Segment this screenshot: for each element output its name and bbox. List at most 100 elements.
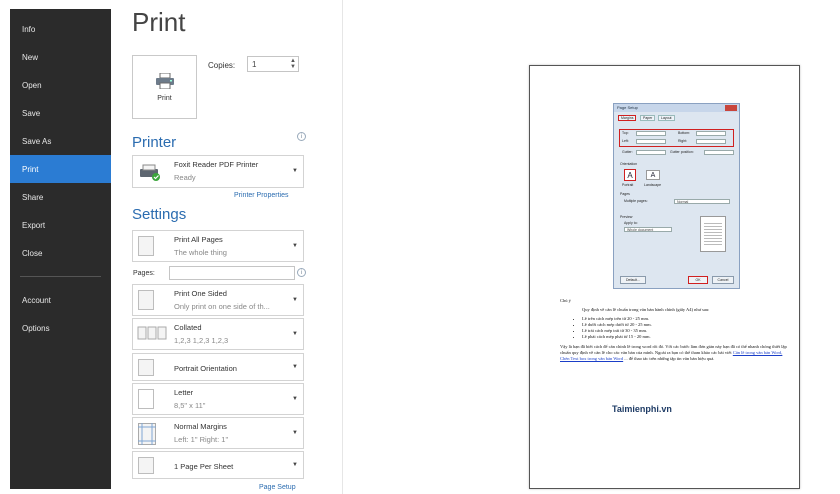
dialog-cancel-button: Cancel xyxy=(712,276,734,284)
chevron-down-icon: ▼ xyxy=(292,364,298,370)
dialog-label-gutter: Gutter: xyxy=(622,150,633,154)
pages-label: Pages: xyxy=(133,270,155,277)
nav-item-new[interactable]: New xyxy=(10,43,111,71)
dialog-label-gutter-position: Gutter position: xyxy=(670,150,694,154)
paper-size-subtitle: 8,5" x 11" xyxy=(174,401,206,410)
dialog-multiple-pages-label: Multiple pages: xyxy=(624,199,648,203)
dialog-title: Page Setup xyxy=(614,104,739,112)
nav-item-share[interactable]: Share xyxy=(10,183,111,211)
paper-size-title: Letter xyxy=(174,388,194,397)
dialog-multiple-pages-select: Normal xyxy=(674,199,730,204)
sides-subtitle: Only print on one side of th... xyxy=(174,302,270,311)
dialog-default-button: Default... xyxy=(620,276,646,284)
pages-per-sheet-title: 1 Page Per Sheet xyxy=(174,462,234,471)
dialog-tab-paper: Paper xyxy=(640,115,656,121)
chevron-down-icon: ▼ xyxy=(292,243,298,249)
page-setup-link[interactable]: Page Setup xyxy=(259,484,296,491)
dialog-tab-margins: Margins xyxy=(618,115,637,121)
portrait-a-icon: A xyxy=(624,169,636,181)
dialog-page-preview xyxy=(700,216,726,252)
print-button[interactable]: Print xyxy=(132,55,197,119)
dialog-label-top: Top: xyxy=(622,131,629,135)
margins-subtitle: Left: 1" Right: 1" xyxy=(174,435,229,444)
orientation-title: Portrait Orientation xyxy=(174,364,237,373)
sides-title: Print One Sided xyxy=(174,289,227,298)
sides-dropdown[interactable]: Print One Sided Only print on one side o… xyxy=(132,284,304,316)
collation-dropdown[interactable]: Collated 1,2,3 1,2,3 1,2,3 ▼ xyxy=(132,318,304,350)
print-range-dropdown[interactable]: Print All Pages The whole thing ▼ xyxy=(132,230,304,262)
nav-item-export[interactable]: Export xyxy=(10,211,111,239)
copies-value: 1 xyxy=(252,59,257,69)
chevron-down-icon: ▼ xyxy=(292,462,298,468)
dialog-label-left: Left: xyxy=(622,139,629,143)
doc-bullet-list: Lề trên cách mép trên từ 20 - 25 mm. Lề … xyxy=(582,316,790,340)
chevron-down-icon: ▼ xyxy=(292,168,298,174)
chevron-down-icon: ▼ xyxy=(292,331,298,337)
chevron-down-icon: ▼ xyxy=(292,430,298,436)
dialog-orientation-label: Orientation xyxy=(620,162,638,166)
dialog-field xyxy=(696,139,726,144)
print-settings-panel: Print Print Copies: 1 ▲ ▼ Printer i Foxit… xyxy=(111,0,343,494)
copies-input[interactable]: 1 ▲ ▼ xyxy=(247,56,299,72)
nav-item-info[interactable]: Info xyxy=(10,15,111,43)
page-title: Print xyxy=(132,7,186,37)
dialog-preview-label: Preview xyxy=(620,215,633,219)
doc-intro: Chú ý xyxy=(560,298,571,303)
printer-status: Ready xyxy=(174,173,196,182)
nav-item-save-as[interactable]: Save As xyxy=(10,127,111,155)
dialog-field xyxy=(636,150,666,155)
collated-icon xyxy=(137,326,167,340)
doc-heading: Quy định về căn lề chuẩn trong văn bản h… xyxy=(582,307,710,312)
nav-item-options[interactable]: Options xyxy=(10,314,111,342)
settings-section-title: Settings xyxy=(132,206,187,223)
dialog-field xyxy=(636,139,666,144)
dialog-close-icon xyxy=(725,105,737,111)
margins-dropdown[interactable]: Normal Margins Left: 1" Right: 1" ▼ xyxy=(132,417,304,449)
doc-paragraph-end: ... để thao tác trên những tập tin văn b… xyxy=(624,356,715,361)
chevron-down-icon: ▼ xyxy=(292,396,298,402)
dialog-field xyxy=(636,131,666,136)
dialog-apply-to-label: Apply to: xyxy=(624,221,638,225)
document-text: Chú ý Quy định về căn lề chuẩn trong văn… xyxy=(560,298,790,365)
paper-size-dropdown[interactable]: Letter 8,5" x 11" ▼ xyxy=(132,383,304,415)
nav-item-save[interactable]: Save xyxy=(10,99,111,127)
pages-input[interactable] xyxy=(169,266,295,280)
margins-icon xyxy=(138,423,156,445)
dialog-field xyxy=(704,150,734,155)
print-range-title: Print All Pages xyxy=(174,235,223,244)
dialog-label-bottom: Bottom: xyxy=(678,131,691,135)
doc-paragraph: Vậy là bạn đã biết cách để căn chỉnh lề … xyxy=(560,344,790,362)
pages-info-icon[interactable]: i xyxy=(297,268,306,277)
print-button-label: Print xyxy=(157,94,172,102)
chevron-down-icon: ▼ xyxy=(292,297,298,303)
printer-name: Foxit Reader PDF Printer xyxy=(174,160,259,169)
dialog-landscape-label: Landscape xyxy=(644,183,662,187)
pdf-printer-icon xyxy=(140,164,160,181)
nav-item-print[interactable]: Print xyxy=(10,155,111,183)
pages-per-sheet-dropdown[interactable]: 1 Page Per Sheet ▼ xyxy=(132,451,304,479)
printer-properties-link[interactable]: Printer Properties xyxy=(234,192,288,199)
print-preview-page: Page Setup Margins Paper Layout Top: Bot… xyxy=(529,65,800,489)
copies-spinner[interactable]: ▲ ▼ xyxy=(290,58,296,70)
orientation-dropdown[interactable]: Portrait Orientation ▼ xyxy=(132,353,304,381)
portrait-icon xyxy=(138,359,154,376)
dialog-pages-label: Pages xyxy=(620,192,630,196)
collation-subtitle: 1,2,3 1,2,3 1,2,3 xyxy=(174,336,229,345)
doc-bullet: Lề phải cách mép phải từ 15 - 20 mm. xyxy=(582,334,790,340)
dialog-apply-to-select: Whole document xyxy=(624,227,672,232)
dialog-ok-button: OK xyxy=(688,276,708,284)
nav-item-open[interactable]: Open xyxy=(10,71,111,99)
page-per-sheet-icon xyxy=(138,457,154,474)
printer-dropdown[interactable]: Foxit Reader PDF Printer Ready ▼ xyxy=(132,155,304,188)
info-icon[interactable]: i xyxy=(297,132,306,141)
margins-title: Normal Margins xyxy=(174,422,227,431)
copies-label: Copies: xyxy=(208,61,236,70)
nav-item-close[interactable]: Close xyxy=(10,239,111,267)
nav-divider xyxy=(20,276,101,277)
pages-icon xyxy=(138,236,154,256)
dialog-portrait-label: Portrait xyxy=(622,183,634,187)
landscape-a-icon: A xyxy=(646,170,660,180)
printer-section-title: Printer xyxy=(132,134,177,151)
nav-item-account[interactable]: Account xyxy=(10,286,111,314)
collation-title: Collated xyxy=(174,323,202,332)
